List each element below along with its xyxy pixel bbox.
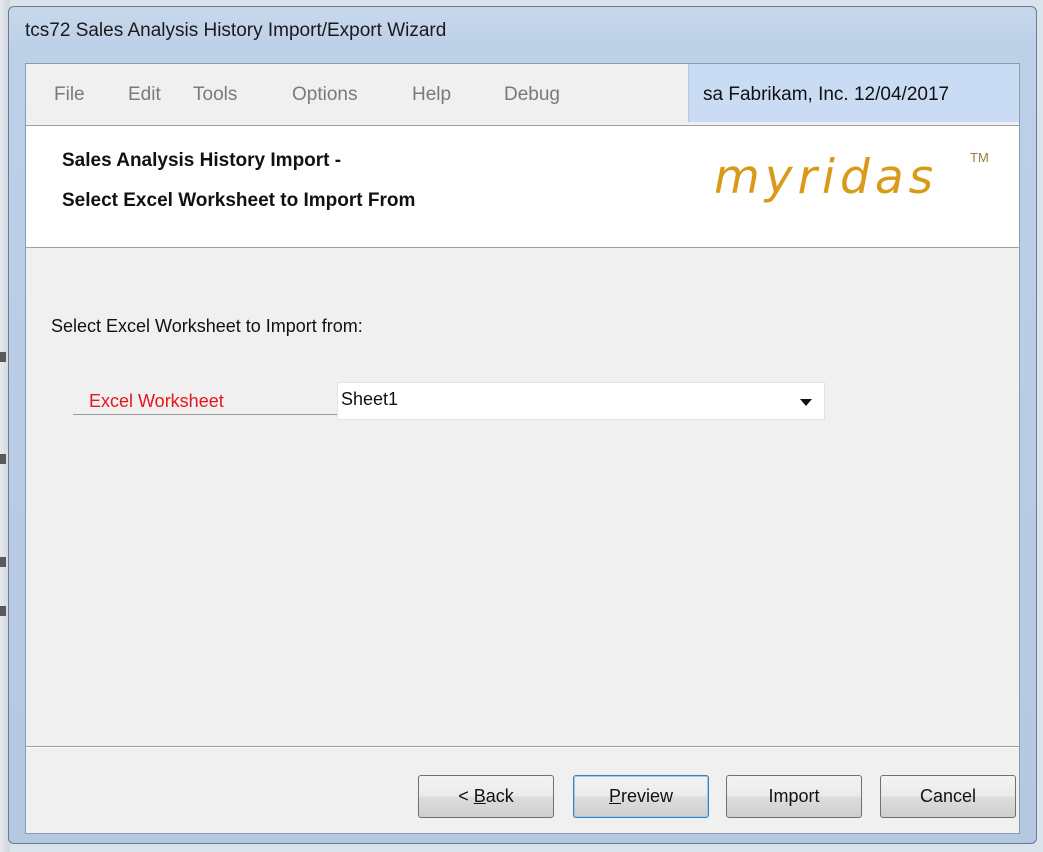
import-button-label: Import bbox=[768, 786, 820, 806]
header-title: Sales Analysis History Import - bbox=[62, 150, 342, 171]
background-fragment bbox=[0, 352, 6, 362]
preview-button[interactable]: Preview bbox=[573, 775, 709, 818]
menu-help[interactable]: Help bbox=[412, 84, 451, 106]
import-button[interactable]: Import bbox=[726, 775, 862, 818]
background-fragment bbox=[0, 454, 6, 464]
wizard-window: tcs72 Sales Analysis History Import/Expo… bbox=[8, 6, 1037, 844]
dropdown-arrow-icon[interactable] bbox=[800, 399, 812, 406]
session-status-panel: sa Fabrikam, Inc. 12/04/2017 bbox=[688, 64, 1019, 122]
excel-worksheet-label-text: Excel Worksheet bbox=[89, 391, 224, 411]
wizard-client-area: File Edit Tools Options Help Debug sa Fa… bbox=[25, 63, 1020, 834]
myridas-logo: myridas bbox=[714, 150, 939, 205]
background-fragment bbox=[0, 606, 6, 616]
menu-edit[interactable]: Edit bbox=[128, 84, 161, 106]
header-subtitle: Select Excel Worksheet to Import From bbox=[62, 190, 416, 211]
back-button-label: < Back bbox=[458, 786, 514, 806]
menu-tools[interactable]: Tools bbox=[193, 84, 237, 106]
session-status-text: sa Fabrikam, Inc. 12/04/2017 bbox=[703, 84, 950, 105]
window-title: tcs72 Sales Analysis History Import/Expo… bbox=[25, 20, 447, 41]
trademark-mark: TM bbox=[970, 150, 989, 165]
menu-bar: File Edit Tools Options Help Debug sa Fa… bbox=[26, 64, 1019, 125]
footer-divider bbox=[26, 746, 1019, 748]
preview-button-label: Preview bbox=[608, 786, 674, 806]
menu-options[interactable]: Options bbox=[292, 84, 357, 106]
instruction-text: Select Excel Worksheet to Import from: bbox=[51, 316, 363, 336]
cancel-button-label: Cancel bbox=[919, 786, 977, 806]
excel-worksheet-value: Sheet1 bbox=[341, 389, 399, 409]
menu-debug[interactable]: Debug bbox=[504, 84, 560, 106]
wizard-header: Sales Analysis History Import - Select E… bbox=[26, 125, 1019, 248]
excel-worksheet-dropdown[interactable]: Sheet1 bbox=[337, 382, 825, 420]
title-bar[interactable]: tcs72 Sales Analysis History Import/Expo… bbox=[9, 7, 1036, 55]
background-fragment bbox=[0, 557, 6, 567]
cancel-button[interactable]: Cancel bbox=[880, 775, 1016, 818]
back-button[interactable]: < Back bbox=[418, 775, 554, 818]
menu-file[interactable]: File bbox=[54, 84, 85, 106]
excel-worksheet-label: Excel Worksheet bbox=[73, 384, 337, 415]
